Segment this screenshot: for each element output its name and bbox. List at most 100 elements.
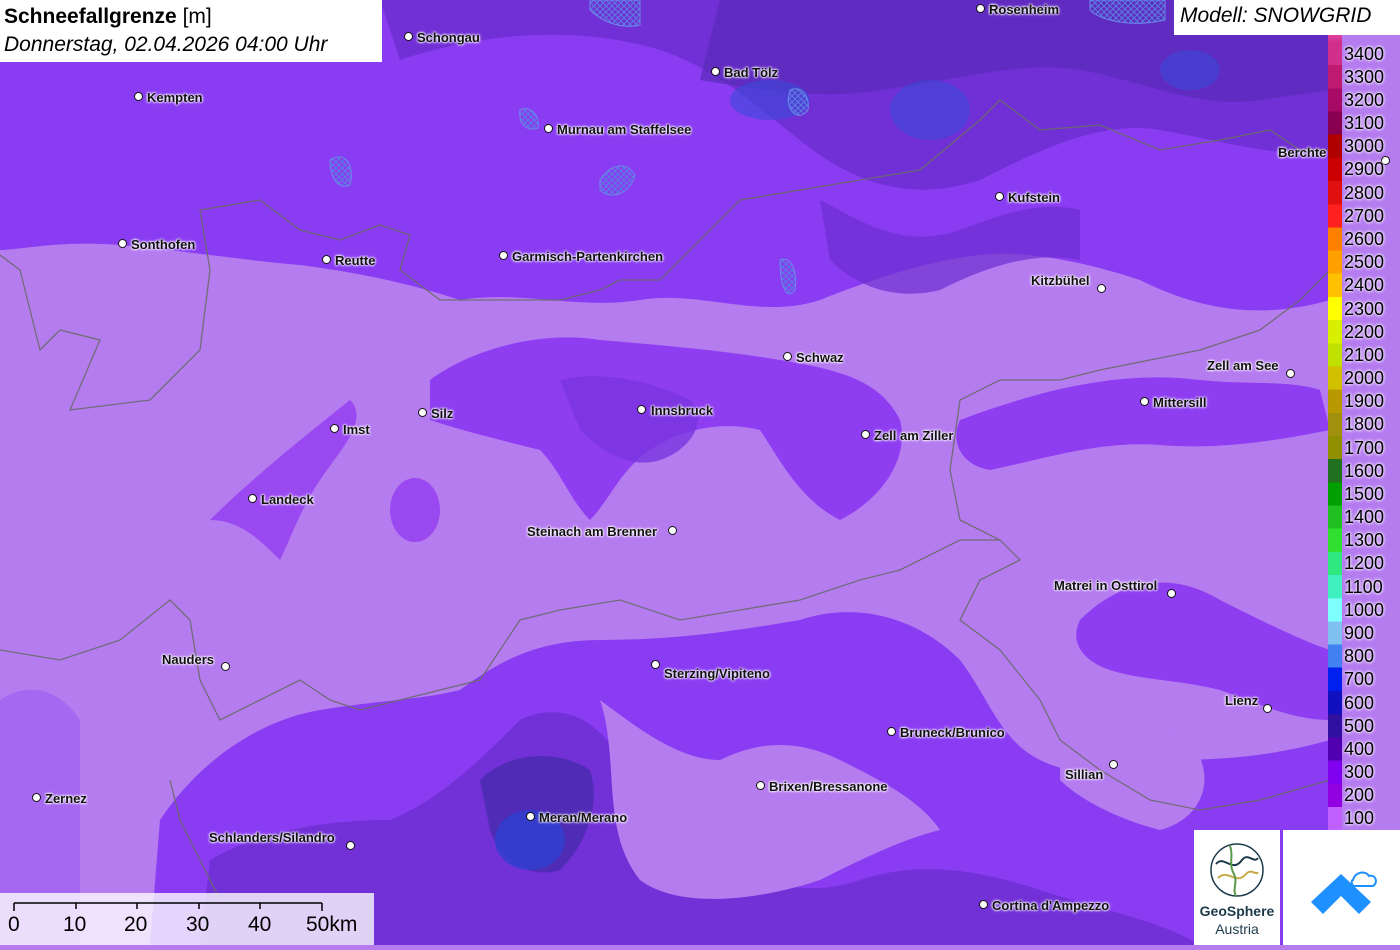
city-label: Nauders bbox=[162, 652, 215, 667]
city-label: Innsbruck bbox=[651, 403, 714, 418]
legend-value-label: 2200 bbox=[1344, 321, 1385, 342]
city-marker[interactable] bbox=[322, 255, 331, 264]
city-marker[interactable] bbox=[1286, 369, 1295, 378]
legend-value-label: 2300 bbox=[1344, 298, 1385, 319]
city-marker[interactable] bbox=[637, 405, 646, 414]
city-label: Imst bbox=[343, 422, 370, 437]
city-marker[interactable] bbox=[134, 92, 143, 101]
city-label: Matrei in Osttirol bbox=[1054, 578, 1158, 593]
city-marker[interactable] bbox=[783, 352, 792, 361]
city-marker[interactable] bbox=[1109, 760, 1118, 769]
title-unit: [m] bbox=[182, 5, 212, 28]
city-label: Kitzbühel bbox=[1031, 273, 1090, 288]
map-title-box: Schneefallgrenze [m] Donnerstag, 02.04.2… bbox=[0, 0, 382, 62]
legend-color-bar bbox=[1328, 35, 1342, 830]
geosphere-country: Austria bbox=[1215, 921, 1259, 937]
city-label: Mittersill bbox=[1153, 395, 1207, 410]
title-parameter: Schneefallgrenze bbox=[4, 5, 177, 28]
legend-value-label: 200 bbox=[1344, 785, 1375, 806]
city-marker[interactable] bbox=[979, 900, 988, 909]
snowline-map[interactable] bbox=[0, 0, 1400, 945]
city-marker[interactable] bbox=[544, 124, 553, 133]
legend-value-label: 2500 bbox=[1344, 252, 1385, 273]
legend-value-label: 2000 bbox=[1344, 368, 1385, 389]
legend-value-label: 3000 bbox=[1344, 136, 1385, 157]
city-marker[interactable] bbox=[499, 251, 508, 260]
legend-value-label: 3400 bbox=[1344, 43, 1385, 64]
legend-value-label: 400 bbox=[1344, 738, 1375, 759]
legend-value-label: 3100 bbox=[1344, 113, 1385, 134]
city-label: Silz bbox=[431, 406, 454, 421]
city-label: Sonthofen bbox=[131, 237, 196, 252]
city-label: Zernez bbox=[45, 791, 87, 806]
city-label: Schongau bbox=[417, 30, 480, 45]
city-marker[interactable] bbox=[995, 192, 1004, 201]
city-marker[interactable] bbox=[1167, 589, 1176, 598]
legend-value-label: 100 bbox=[1344, 808, 1375, 829]
city-label: Kufstein bbox=[1008, 190, 1060, 205]
city-label: Garmisch-Partenkirchen bbox=[512, 249, 664, 264]
scale-label: 30 bbox=[186, 913, 210, 936]
city-marker[interactable] bbox=[221, 662, 230, 671]
city-marker[interactable] bbox=[418, 408, 427, 417]
city-marker[interactable] bbox=[118, 239, 127, 248]
legend-value-label: 2700 bbox=[1344, 205, 1385, 226]
legend-value-label: 1500 bbox=[1344, 483, 1385, 504]
city-marker[interactable] bbox=[248, 494, 257, 503]
partner-logo[interactable] bbox=[1283, 830, 1400, 945]
city-marker[interactable] bbox=[651, 660, 660, 669]
scale-label: 50km bbox=[306, 913, 358, 936]
city-marker[interactable] bbox=[1140, 397, 1149, 406]
legend-value-label: 1000 bbox=[1344, 599, 1385, 620]
city-marker[interactable] bbox=[976, 4, 985, 13]
legend-value-label: 1100 bbox=[1344, 576, 1383, 597]
scale-label: 10 bbox=[63, 913, 87, 936]
legend-value-label: 700 bbox=[1344, 669, 1375, 690]
city-marker[interactable] bbox=[404, 32, 413, 41]
legend-value-label: 1300 bbox=[1344, 530, 1385, 551]
city-marker[interactable] bbox=[330, 424, 339, 433]
legend-value-label: 1900 bbox=[1344, 391, 1385, 412]
city-label: Sillian bbox=[1065, 767, 1104, 782]
city-marker[interactable] bbox=[861, 430, 870, 439]
city-label: Reutte bbox=[335, 253, 376, 268]
legend-value-label: 2100 bbox=[1344, 344, 1385, 365]
legend-value-label: 3300 bbox=[1344, 66, 1385, 87]
legend-value-label: 1200 bbox=[1344, 553, 1385, 574]
city-label: Schlanders/Silandro bbox=[209, 830, 335, 845]
city-marker[interactable] bbox=[1097, 284, 1106, 293]
city-label: Kempten bbox=[147, 90, 203, 105]
city-label: Zell am See bbox=[1207, 358, 1279, 373]
map-title: Schneefallgrenze [m] bbox=[4, 3, 378, 31]
legend-value-label: 1700 bbox=[1344, 437, 1385, 458]
geosphere-emblem-icon bbox=[1210, 843, 1264, 897]
legend-value-label: 500 bbox=[1344, 715, 1375, 736]
city-label: Steinach am Brenner bbox=[527, 524, 658, 539]
city-label: Sterzing/Vipiteno bbox=[664, 666, 770, 681]
city-marker[interactable] bbox=[668, 526, 677, 535]
geosphere-logo[interactable]: GeoSphere Austria bbox=[1194, 830, 1280, 945]
city-label: Cortina d'Ampezzo bbox=[992, 898, 1110, 913]
city-label: Rosenheim bbox=[989, 2, 1060, 17]
city-marker[interactable] bbox=[32, 793, 41, 802]
legend-value-label: 2800 bbox=[1344, 182, 1385, 203]
city-marker[interactable] bbox=[1263, 704, 1272, 713]
city-marker[interactable] bbox=[526, 812, 535, 821]
city-marker[interactable] bbox=[346, 841, 355, 850]
city-label: Brixen/Bressanone bbox=[769, 779, 888, 794]
city-marker[interactable] bbox=[711, 67, 720, 76]
city-marker[interactable] bbox=[887, 727, 896, 736]
legend-value-label: 1600 bbox=[1344, 460, 1385, 481]
city-label: Schwaz bbox=[796, 350, 844, 365]
scale-label: 20 bbox=[124, 913, 148, 936]
city-marker[interactable] bbox=[756, 781, 765, 790]
legend-value-label: 300 bbox=[1344, 762, 1375, 783]
legend-value-label: 2600 bbox=[1344, 229, 1385, 249]
city-label: Landeck bbox=[261, 492, 314, 507]
forecast-datetime: Donnerstag, 02.04.2026 04:00 Uhr bbox=[4, 33, 328, 56]
model-label: Modell: SNOWGRID bbox=[1174, 0, 1400, 35]
city-label: Meran/Merano bbox=[539, 810, 628, 825]
scale-label: 0 bbox=[8, 913, 20, 936]
legend-value-label: 1800 bbox=[1344, 414, 1385, 435]
legend-value-label: 1400 bbox=[1344, 507, 1385, 528]
